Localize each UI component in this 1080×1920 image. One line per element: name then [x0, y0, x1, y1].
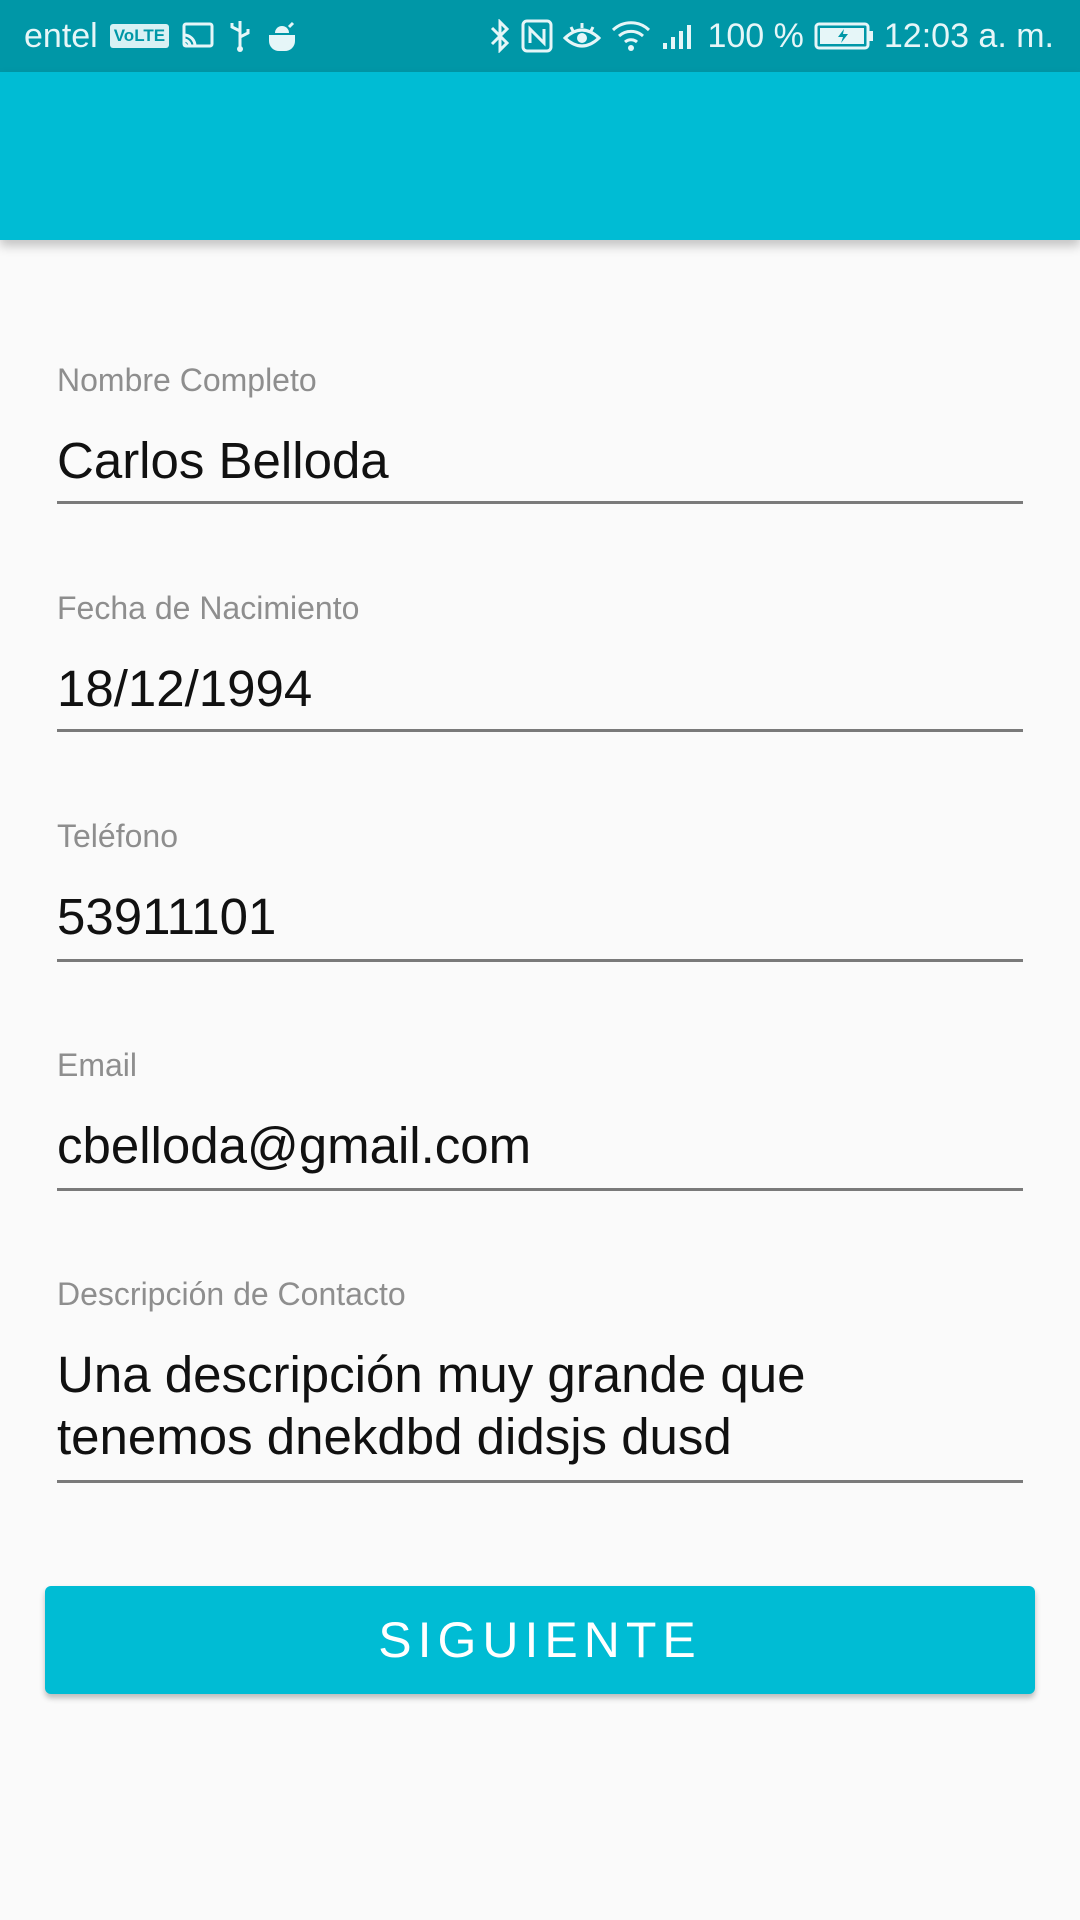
- signal-icon: [661, 21, 697, 51]
- nfc-icon: [521, 19, 553, 53]
- contact-description-line-2[interactable]: tenemos dnekdbd didsjs dusd: [57, 1406, 732, 1468]
- carrier-name: entel: [24, 16, 98, 55]
- contact-description-field[interactable]: Descripción de Contacto Una descripción …: [57, 1276, 1023, 1484]
- phone-input[interactable]: 53911101: [57, 886, 276, 948]
- bluetooth-icon: [489, 19, 511, 53]
- phone-label: Teléfono: [57, 818, 178, 854]
- email-underline: [57, 1188, 1023, 1191]
- birth-date-label: Fecha de Nacimiento: [57, 590, 360, 626]
- volte-icon: VoLTE: [109, 24, 170, 48]
- email-field[interactable]: Email cbelloda@gmail.com: [57, 1047, 1023, 1191]
- birth-date-field[interactable]: Fecha de Nacimiento 18/12/1994: [57, 590, 1023, 732]
- phone-field[interactable]: Teléfono 53911101: [57, 818, 1023, 962]
- app-bar: [0, 72, 1080, 240]
- battery-charging-icon: [814, 21, 874, 51]
- contact-description-line-1[interactable]: Una descripción muy grande que: [57, 1344, 805, 1406]
- cast-icon: [181, 21, 215, 51]
- next-button[interactable]: SIGUIENTE: [45, 1586, 1035, 1694]
- birth-date-underline: [57, 729, 1023, 732]
- wifi-icon: [611, 20, 651, 52]
- full-name-field[interactable]: Nombre Completo Carlos Belloda: [57, 362, 1023, 504]
- email-input[interactable]: cbelloda@gmail.com: [57, 1115, 531, 1177]
- usb-icon: [227, 19, 253, 53]
- contact-description-underline: [57, 1480, 1023, 1483]
- contact-description-label: Descripción de Contacto: [57, 1276, 406, 1312]
- full-name-label: Nombre Completo: [57, 362, 317, 398]
- battery-percent: 100 %: [707, 16, 804, 55]
- status-bar: entel VoLTE 100 % 12:03 a. m.: [0, 0, 1080, 72]
- full-name-input[interactable]: Carlos Belloda: [57, 430, 389, 492]
- eye-comfort-icon: [563, 21, 602, 51]
- email-label: Email: [57, 1047, 138, 1083]
- status-bar-right: 100 % 12:03 a. m.: [489, 0, 1054, 72]
- phone-underline: [57, 959, 1023, 962]
- full-name-underline: [57, 501, 1023, 504]
- clock: 12:03 a. m.: [883, 16, 1054, 55]
- status-bar-left: entel VoLTE: [24, 0, 299, 72]
- android-icon: [265, 21, 299, 51]
- birth-date-input[interactable]: 18/12/1994: [57, 658, 312, 720]
